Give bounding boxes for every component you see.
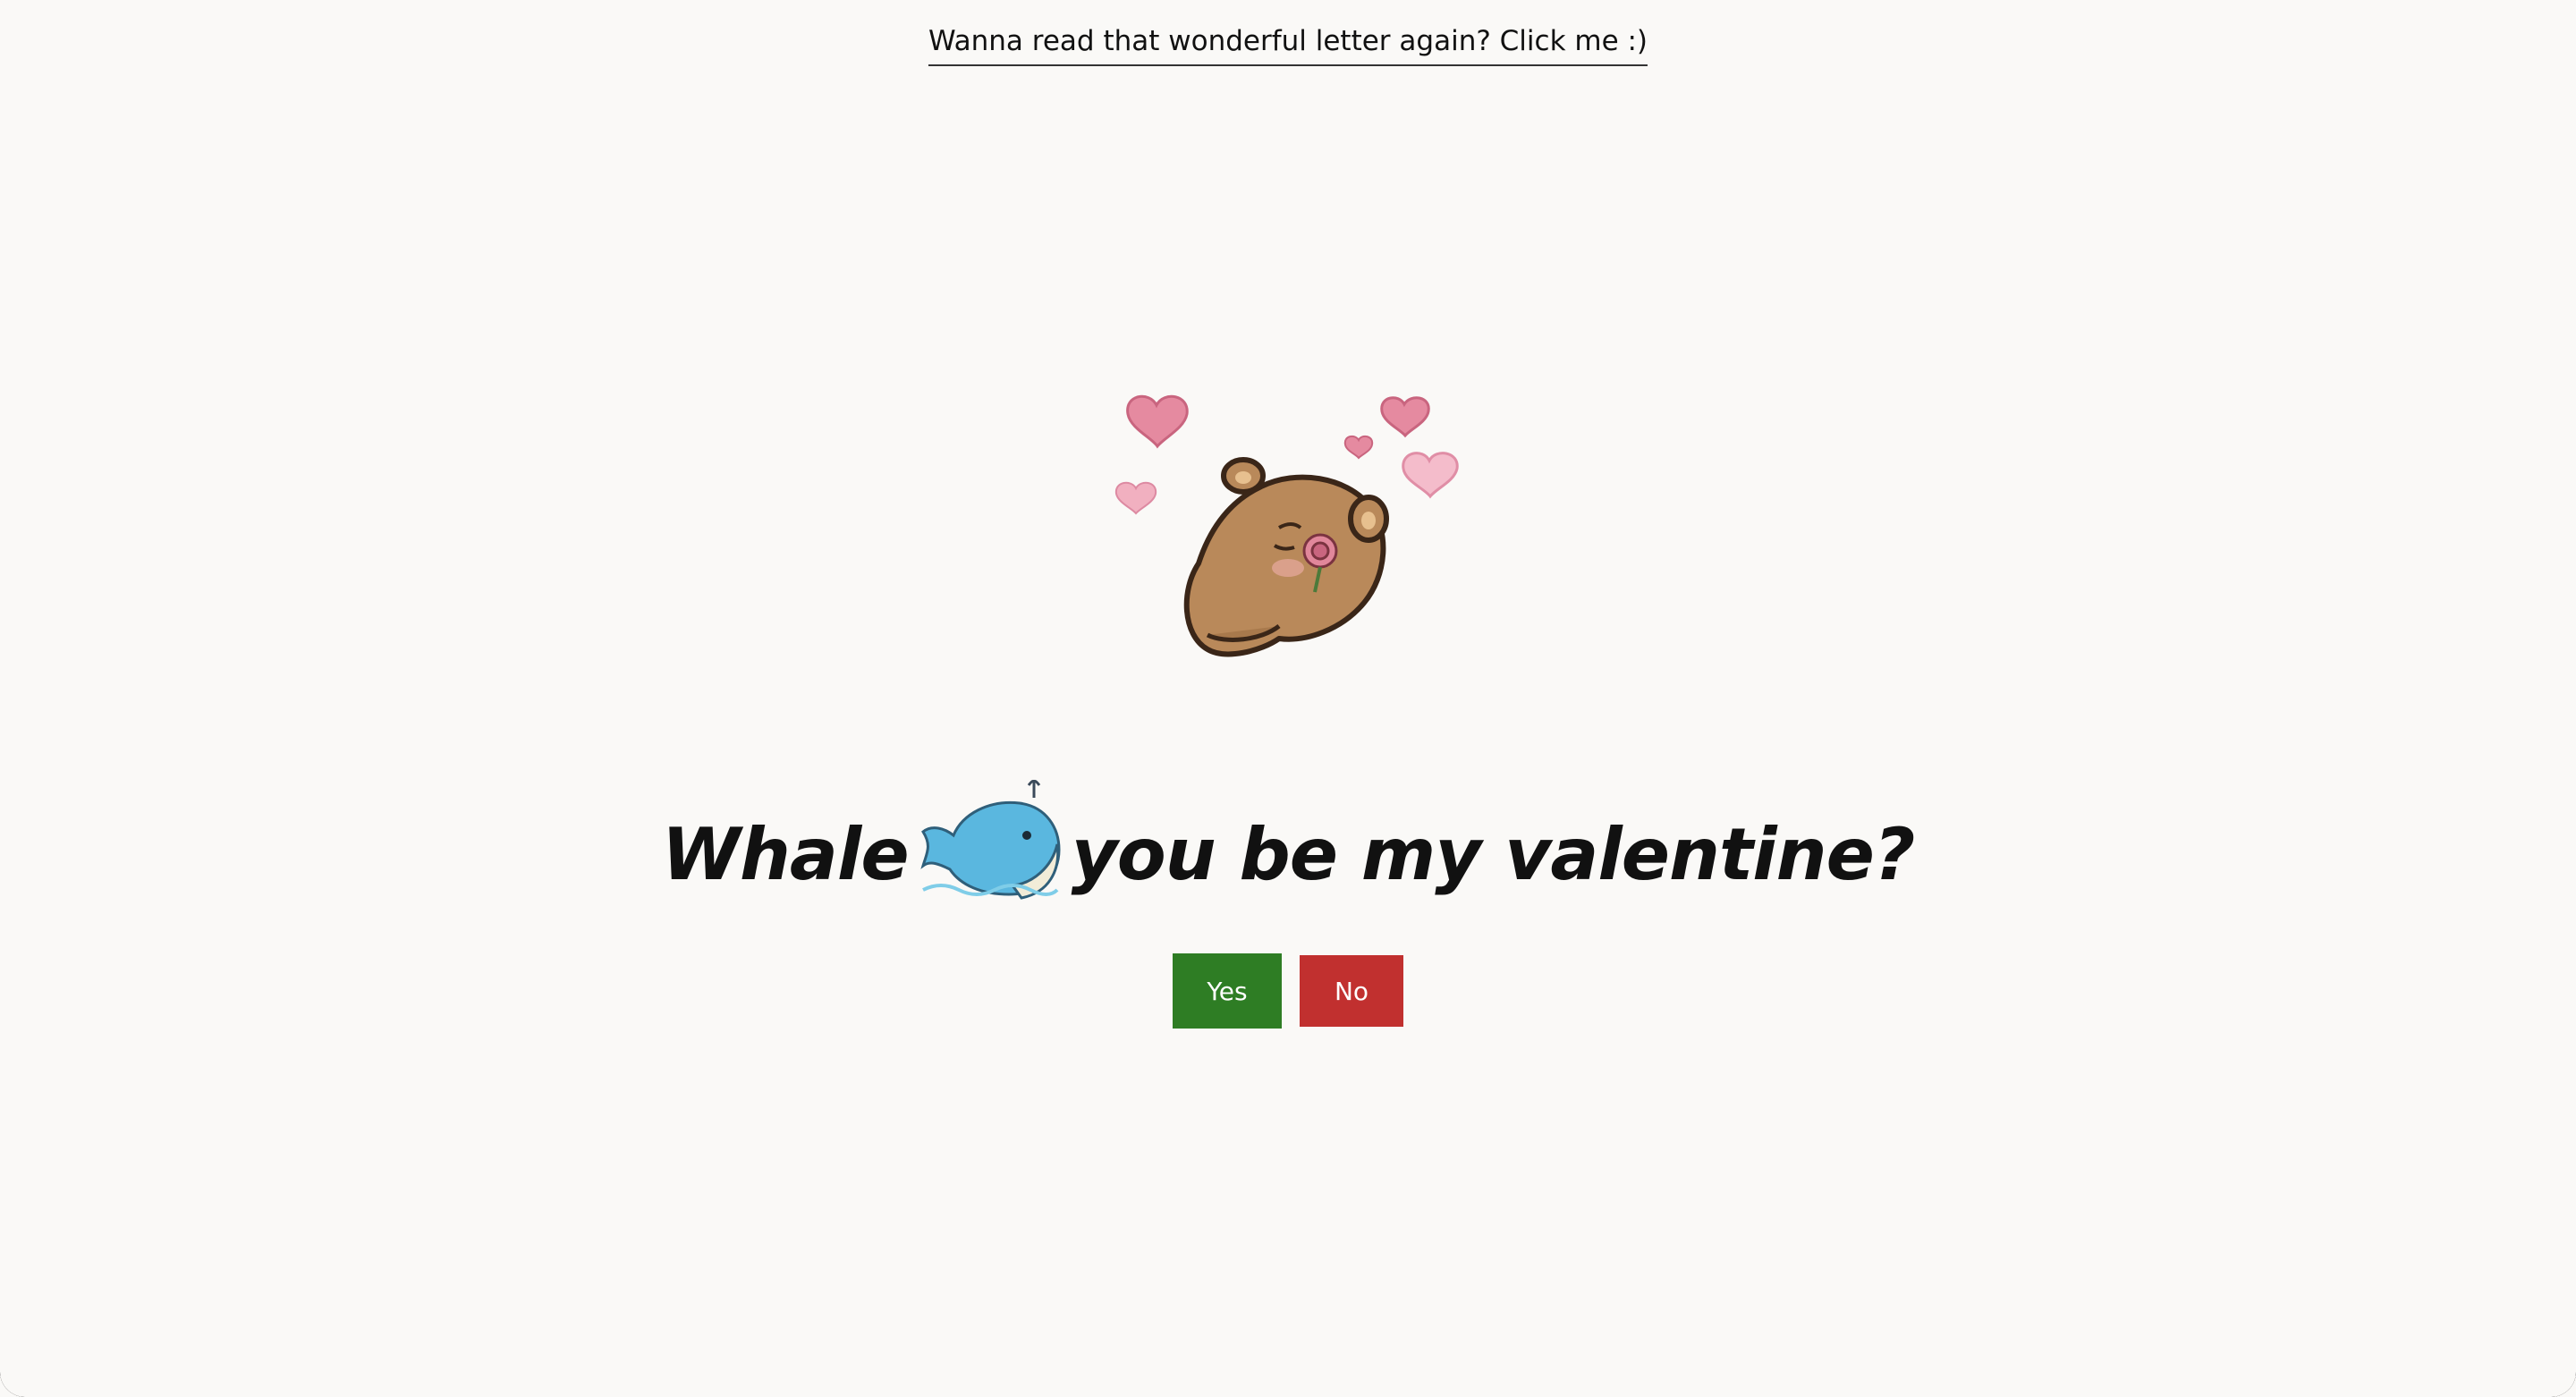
question-text-right: you be my valentine? [1071,813,1916,896]
question-text-left: Whale [661,813,910,896]
heart-icon [1343,435,1374,460]
bear-icon [1183,457,1389,657]
no-button[interactable]: No [1300,955,1403,1027]
valentine-page: Wanna read that wonderful letter again? … [0,0,2576,1397]
window-corner [2526,1347,2576,1397]
yes-button[interactable]: Yes [1173,953,1282,1029]
window-corner [0,1347,50,1397]
heart-icon [1402,452,1459,499]
answer-buttons: Yes No [0,953,2576,1029]
whale-icon [919,779,1061,900]
heart-icon [1380,396,1430,438]
heart-icon [1126,394,1189,449]
bear-illustration [1109,376,1485,715]
reread-letter-link[interactable]: Wanna read that wonderful letter again? … [928,25,1648,66]
valentine-question: Whale you be my valentine? [0,769,2576,903]
heart-icon [1114,481,1157,515]
